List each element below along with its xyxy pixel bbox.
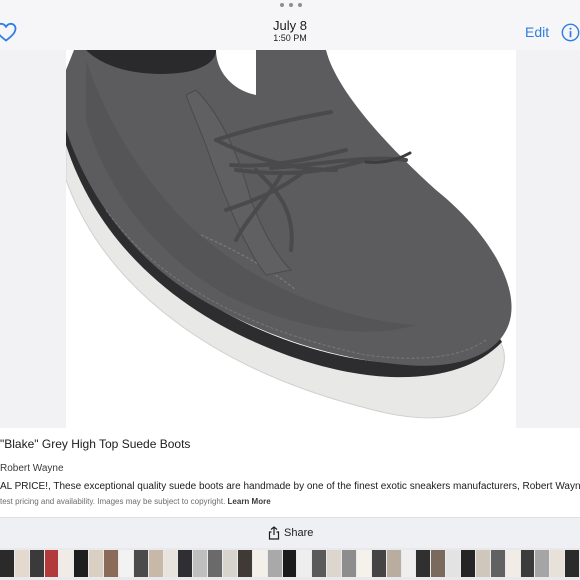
thumbnail[interactable]	[223, 550, 237, 577]
thumbnail[interactable]	[446, 550, 460, 577]
share-bar: Share	[0, 517, 580, 548]
thumbnail[interactable]	[163, 550, 178, 577]
thumbnail[interactable]	[178, 550, 193, 577]
thumbnail[interactable]	[208, 550, 223, 577]
info-icon[interactable]	[561, 23, 580, 42]
thumbnail[interactable]	[14, 550, 29, 577]
thumbnail[interactable]	[0, 550, 14, 577]
thumbnail[interactable]	[74, 550, 89, 577]
dot-icon	[289, 3, 293, 7]
thumbnail[interactable]	[431, 550, 446, 577]
share-icon	[268, 526, 280, 540]
thumbnail-strip[interactable]	[0, 548, 580, 580]
thumbnail[interactable]	[267, 550, 282, 577]
thumbnail[interactable]	[297, 550, 312, 577]
thumbnail[interactable]	[520, 550, 535, 577]
disclaimer-text: test pricing and availability. Images ma…	[0, 497, 226, 506]
thumbnail[interactable]	[371, 550, 386, 577]
thumbnail[interactable]	[312, 550, 327, 577]
boot-image	[65, 50, 512, 419]
thumbnail[interactable]	[401, 550, 416, 577]
thumbnail[interactable]	[44, 550, 59, 577]
thumbnail[interactable]	[461, 550, 475, 577]
thumbnail[interactable]	[327, 550, 342, 577]
thumbnail[interactable]	[282, 550, 297, 577]
thumbnail[interactable]	[118, 550, 133, 577]
top-bar: July 8 1:50 PM Edit	[0, 0, 580, 50]
thumbnail[interactable]	[133, 550, 148, 577]
photo-time: 1:50 PM	[273, 33, 307, 43]
thumbnail[interactable]	[475, 550, 490, 577]
thumbnail[interactable]	[356, 550, 371, 577]
boot-photo[interactable]	[65, 50, 516, 428]
product-brand: Robert Wayne	[0, 463, 64, 474]
thumbnail[interactable]	[252, 550, 267, 577]
thumbnail[interactable]	[565, 550, 579, 577]
date-time: July 8 1:50 PM	[0, 18, 580, 44]
thumbnail[interactable]	[193, 550, 208, 577]
disclaimer: test pricing and availability. Images ma…	[0, 497, 271, 506]
thumbnail[interactable]	[550, 550, 565, 577]
thumbnail[interactable]	[505, 550, 520, 577]
edit-button[interactable]: Edit	[525, 24, 549, 40]
product-description: AL PRICE!, These exceptional quality sue…	[0, 481, 580, 492]
share-button[interactable]: Share	[268, 526, 313, 540]
learn-more-link[interactable]: Learn More	[228, 497, 271, 506]
thumbnail[interactable]	[104, 550, 118, 577]
more-options-grabber[interactable]	[280, 2, 302, 8]
thumbnail[interactable]	[535, 550, 550, 577]
thumbnail[interactable]	[59, 550, 74, 577]
dot-icon	[280, 3, 284, 7]
thumbnail[interactable]	[237, 550, 252, 577]
photo-date: July 8	[273, 18, 307, 33]
thumbnail[interactable]	[342, 550, 356, 577]
thumbnail[interactable]	[89, 550, 104, 577]
dot-icon	[298, 3, 302, 7]
share-label: Share	[284, 527, 314, 539]
product-title: "Blake" Grey High Top Suede Boots	[0, 437, 191, 451]
thumbnail[interactable]	[29, 550, 44, 577]
thumbnail[interactable]	[416, 550, 431, 577]
thumbnail[interactable]	[490, 550, 505, 577]
thumbnail[interactable]	[148, 550, 163, 577]
thumbnail[interactable]	[386, 550, 401, 577]
